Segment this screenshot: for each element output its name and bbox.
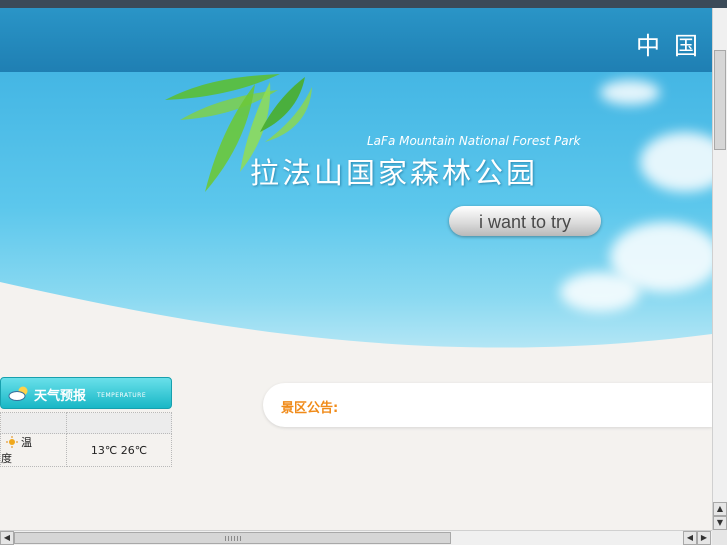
banner-bottom-curve <box>0 282 712 372</box>
header-site-name: 中国 <box>636 32 712 60</box>
notice-bar: 景区公告: <box>263 383 712 427</box>
temperature-label-cell: 温 度 <box>0 433 67 467</box>
scroll-down-icon[interactable]: ▼ <box>713 516 727 530</box>
weather-subtitle: TEMPERATURE <box>97 392 147 399</box>
horizontal-scroll-thumb[interactable] <box>14 532 451 544</box>
weather-table-header-row <box>0 412 172 434</box>
horizontal-scrollbar[interactable]: ◀ ◀ ▶ <box>0 530 712 545</box>
scroll-right-icon[interactable]: ▶ <box>697 531 711 545</box>
weather-table: 温 度 13℃ 26℃ <box>0 412 172 467</box>
scroll-up-icon[interactable]: ▲ <box>713 502 727 516</box>
vertical-scrollbar[interactable]: ▲ ▼ <box>712 8 727 530</box>
temperature-row: 温 度 13℃ 26℃ <box>0 433 172 467</box>
scroll-left-icon[interactable]: ◀ <box>683 531 697 545</box>
weather-widget: 天气预报 TEMPERATURE 温 度 13℃ 26℃ <box>0 377 172 467</box>
window-top-strip <box>0 0 727 8</box>
cloud-sun-icon <box>8 386 28 401</box>
site-header: 中国 <box>0 8 712 72</box>
hero-banner: LaFa Mountain National Forest Park 拉法山国家… <box>0 72 712 372</box>
weather-table-cell <box>0 412 67 434</box>
weather-header: 天气预报 TEMPERATURE <box>0 377 172 409</box>
scrollbar-corner <box>712 530 727 545</box>
scroll-grip-icon <box>225 536 241 541</box>
weather-title: 天气预报 <box>34 389 87 404</box>
weather-table-cell <box>66 412 172 434</box>
vertical-scroll-thumb[interactable] <box>714 50 726 150</box>
sun-icon <box>6 436 18 448</box>
notice-label: 景区公告: <box>281 401 339 416</box>
scroll-left-icon[interactable]: ◀ <box>0 531 14 545</box>
temperature-value: 13℃ 26℃ <box>66 433 172 467</box>
